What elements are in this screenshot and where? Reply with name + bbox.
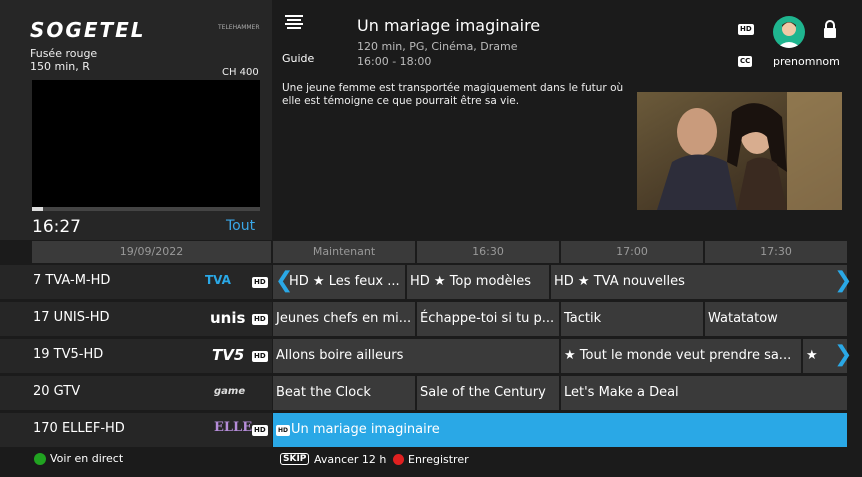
hd-badge: HD: [252, 314, 268, 325]
timeline-slot-1730: 17:30: [705, 241, 847, 263]
hd-badge: HD: [738, 24, 754, 35]
program-lets-make-a-deal[interactable]: Let's Make a Deal: [561, 376, 847, 410]
program-sale-of-century[interactable]: Sale of the Century: [417, 376, 559, 410]
watch-live-label[interactable]: Voir en direct: [50, 452, 123, 465]
hd-badge: HD: [276, 425, 291, 436]
channel-name: 17 UNIS-HD: [33, 310, 110, 325]
program-thumbnail: [637, 92, 842, 210]
timeline-slot-now: Maintenant: [273, 241, 415, 263]
preview-channel-number: CH 400: [222, 67, 259, 78]
program-description: Une jeune femme est transportée magiquem…: [282, 82, 624, 107]
record-icon: [393, 454, 404, 465]
skip-label[interactable]: Avancer 12 h: [314, 453, 386, 466]
channel-logo: TVA: [205, 273, 231, 287]
channel-row-tv5[interactable]: 19 TV5-HD TV5 HD: [0, 339, 272, 373]
channel-name: 19 TV5-HD: [33, 347, 104, 362]
program-tactik[interactable]: Tactik: [561, 302, 703, 336]
program-beat-the-clock[interactable]: Beat the Clock: [273, 376, 415, 410]
scroll-right-icon[interactable]: ❯: [834, 342, 852, 367]
filter-all[interactable]: Tout: [226, 218, 255, 234]
channel-name: 170 ELLEF-HD: [33, 421, 125, 436]
timeline-date: 19/09/2022: [32, 241, 271, 263]
program-watatatow[interactable]: Watatatow: [705, 302, 847, 336]
channel-row-unis[interactable]: 17 UNIS-HD unis HD: [0, 302, 272, 336]
channel-name: 20 GTV: [33, 384, 81, 399]
partner-logo: TELEHAMMER: [218, 24, 260, 31]
program-jeunes-chefs[interactable]: Jeunes chefs en mi...: [273, 302, 415, 336]
video-progress-bar: [32, 207, 260, 211]
video-progress-fill: [32, 207, 44, 211]
hd-badge: HD: [252, 277, 268, 288]
guide-label[interactable]: Guide: [282, 52, 314, 65]
program-title: Un mariage imaginaire: [357, 16, 541, 35]
channel-logo: TV5: [212, 346, 245, 364]
channel-row-gtv[interactable]: 20 GTV game: [0, 376, 272, 410]
channel-logo: ELLE: [214, 420, 253, 435]
lock-icon[interactable]: [822, 20, 838, 40]
brand-logo: SOGETEL: [30, 18, 146, 42]
channel-row-tva[interactable]: 7 TVA-M-HD TVA HD: [0, 265, 272, 299]
user-avatar-icon[interactable]: [773, 16, 805, 48]
program-tva-nouvelles[interactable]: HD ★ TVA nouvelles: [551, 265, 847, 299]
timeline-slot-1700: 17:00: [561, 241, 703, 263]
cc-badge: CC: [738, 56, 753, 67]
program-time: 16:00 - 18:00: [357, 55, 432, 68]
program-allons-boire[interactable]: Allons boire ailleurs: [273, 339, 559, 373]
clock: 16:27: [32, 217, 81, 237]
hd-badge: HD: [252, 425, 268, 436]
hd-badge: HD: [252, 351, 268, 362]
timeline-slot-1630: 16:30: [417, 241, 559, 263]
program-un-mariage-selected[interactable]: Un mariage imaginaire: [273, 413, 847, 447]
scroll-left-icon[interactable]: ❮: [275, 268, 293, 293]
channel-name: 7 TVA-M-HD: [33, 273, 111, 288]
username[interactable]: prenomnom: [773, 55, 840, 68]
program-top-modeles[interactable]: HD ★ Top modèles: [407, 265, 549, 299]
green-button-icon: [34, 453, 46, 465]
skip-key-icon: SKIP: [280, 453, 310, 465]
record-label[interactable]: Enregistrer: [408, 453, 469, 466]
preview-title: Fusée rouge: [30, 47, 98, 60]
channel-logo: unis: [210, 309, 246, 327]
program-tout-le-monde[interactable]: ★ Tout le monde veut prendre sa...: [561, 339, 801, 373]
program-echappe-toi[interactable]: Échappe-toi si tu p...: [417, 302, 559, 336]
preview-meta: 150 min, R: [30, 60, 90, 73]
video-preview[interactable]: [32, 80, 260, 210]
program-meta: 120 min, PG, Cinéma, Drame: [357, 40, 518, 53]
channel-logo: game: [214, 386, 246, 397]
scroll-right-icon[interactable]: ❯: [834, 268, 852, 293]
guide-icon[interactable]: [285, 15, 303, 31]
channel-row-ellef[interactable]: 170 ELLEF-HD ELLE HD: [0, 413, 272, 447]
